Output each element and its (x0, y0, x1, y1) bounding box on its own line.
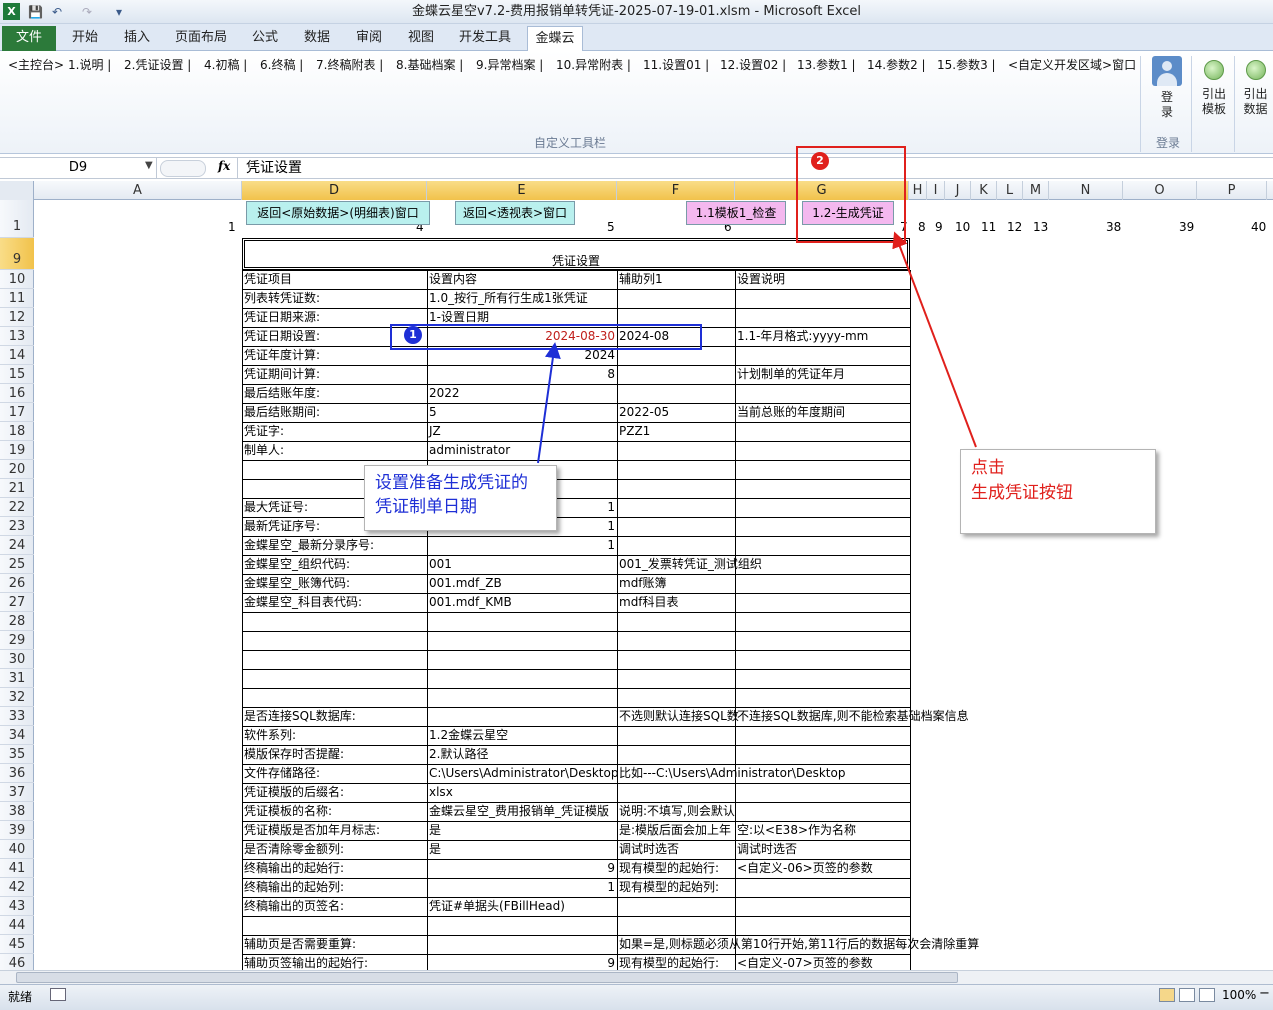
page-break-view-icon[interactable] (1199, 988, 1215, 1002)
page-layout-view-icon[interactable] (1179, 988, 1195, 1002)
zoom-level[interactable]: 100% (1222, 988, 1256, 1002)
annotation-arrows (537, 231, 977, 464)
scroll-thumb[interactable] (16, 972, 958, 983)
arrow-red (892, 231, 977, 448)
status-ready: 就绪 (8, 990, 33, 1004)
normal-view-icon[interactable] (1159, 988, 1175, 1002)
arrow-blue (537, 342, 561, 464)
zoom-out-icon[interactable]: − (1259, 986, 1270, 1001)
horizontal-scrollbar[interactable] (0, 970, 1273, 984)
macro-record-icon[interactable] (50, 988, 66, 1001)
status-bar (0, 984, 1273, 1010)
